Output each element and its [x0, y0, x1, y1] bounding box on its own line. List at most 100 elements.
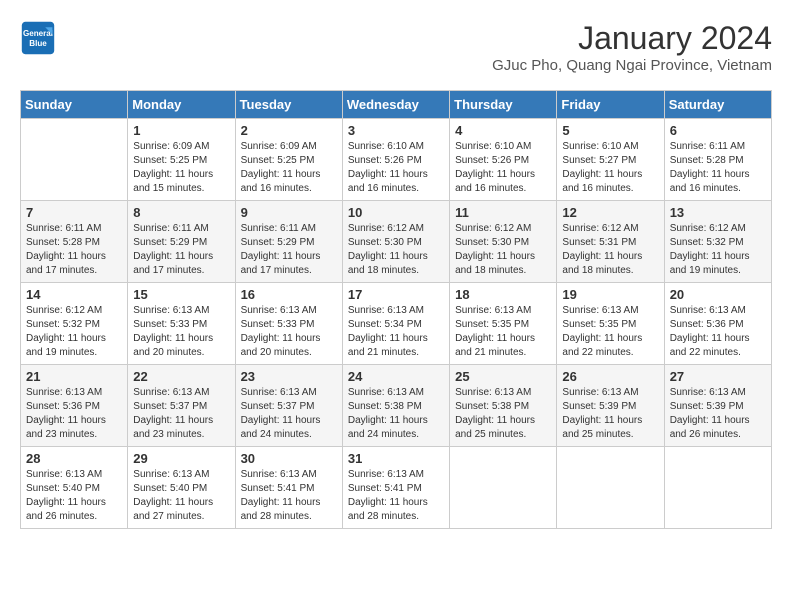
day-info: Sunrise: 6:13 AMSunset: 5:40 PMDaylight:…	[26, 469, 106, 522]
day-info: Sunrise: 6:13 AMSunset: 5:40 PMDaylight:…	[133, 469, 213, 522]
calendar-cell: 25 Sunrise: 6:13 AMSunset: 5:38 PMDaylig…	[450, 365, 557, 447]
logo-icon: General Blue	[20, 20, 56, 56]
day-number: 11	[455, 205, 551, 220]
day-number: 26	[562, 369, 658, 384]
calendar-cell: 13 Sunrise: 6:12 AMSunset: 5:32 PMDaylig…	[664, 201, 771, 283]
day-number: 3	[348, 123, 444, 138]
calendar-cell: 21 Sunrise: 6:13 AMSunset: 5:36 PMDaylig…	[21, 365, 128, 447]
col-header-saturday: Saturday	[664, 91, 771, 119]
day-number: 8	[133, 205, 229, 220]
calendar-cell: 26 Sunrise: 6:13 AMSunset: 5:39 PMDaylig…	[557, 365, 664, 447]
calendar-table: SundayMondayTuesdayWednesdayThursdayFrid…	[20, 90, 772, 529]
day-number: 31	[348, 451, 444, 466]
day-number: 29	[133, 451, 229, 466]
location-title: GJuc Pho, Quang Ngai Province, Vietnam	[492, 57, 772, 74]
day-number: 2	[241, 123, 337, 138]
day-info: Sunrise: 6:10 AMSunset: 5:26 PMDaylight:…	[348, 141, 428, 194]
day-info: Sunrise: 6:12 AMSunset: 5:30 PMDaylight:…	[348, 223, 428, 276]
day-number: 16	[241, 287, 337, 302]
logo: General Blue	[20, 20, 56, 56]
col-header-thursday: Thursday	[450, 91, 557, 119]
calendar-cell	[557, 447, 664, 529]
day-info: Sunrise: 6:11 AMSunset: 5:28 PMDaylight:…	[670, 141, 750, 194]
calendar-cell: 4 Sunrise: 6:10 AMSunset: 5:26 PMDayligh…	[450, 119, 557, 201]
day-number: 19	[562, 287, 658, 302]
calendar-cell: 12 Sunrise: 6:12 AMSunset: 5:31 PMDaylig…	[557, 201, 664, 283]
day-info: Sunrise: 6:09 AMSunset: 5:25 PMDaylight:…	[133, 141, 213, 194]
day-info: Sunrise: 6:13 AMSunset: 5:33 PMDaylight:…	[241, 305, 321, 358]
calendar-cell: 7 Sunrise: 6:11 AMSunset: 5:28 PMDayligh…	[21, 201, 128, 283]
calendar-cell	[21, 119, 128, 201]
day-number: 25	[455, 369, 551, 384]
day-info: Sunrise: 6:13 AMSunset: 5:36 PMDaylight:…	[26, 387, 106, 440]
day-info: Sunrise: 6:12 AMSunset: 5:30 PMDaylight:…	[455, 223, 535, 276]
day-info: Sunrise: 6:13 AMSunset: 5:37 PMDaylight:…	[133, 387, 213, 440]
day-info: Sunrise: 6:13 AMSunset: 5:41 PMDaylight:…	[241, 469, 321, 522]
day-number: 30	[241, 451, 337, 466]
day-number: 13	[670, 205, 766, 220]
day-number: 20	[670, 287, 766, 302]
calendar-cell	[664, 447, 771, 529]
calendar-cell: 6 Sunrise: 6:11 AMSunset: 5:28 PMDayligh…	[664, 119, 771, 201]
calendar-cell: 8 Sunrise: 6:11 AMSunset: 5:29 PMDayligh…	[128, 201, 235, 283]
day-number: 22	[133, 369, 229, 384]
calendar-cell: 3 Sunrise: 6:10 AMSunset: 5:26 PMDayligh…	[342, 119, 449, 201]
calendar-cell: 19 Sunrise: 6:13 AMSunset: 5:35 PMDaylig…	[557, 283, 664, 365]
svg-text:General: General	[23, 29, 53, 38]
day-info: Sunrise: 6:13 AMSunset: 5:35 PMDaylight:…	[562, 305, 642, 358]
calendar-cell: 11 Sunrise: 6:12 AMSunset: 5:30 PMDaylig…	[450, 201, 557, 283]
day-number: 4	[455, 123, 551, 138]
day-info: Sunrise: 6:11 AMSunset: 5:28 PMDaylight:…	[26, 223, 106, 276]
calendar-cell: 24 Sunrise: 6:13 AMSunset: 5:38 PMDaylig…	[342, 365, 449, 447]
calendar-cell: 15 Sunrise: 6:13 AMSunset: 5:33 PMDaylig…	[128, 283, 235, 365]
calendar-cell: 14 Sunrise: 6:12 AMSunset: 5:32 PMDaylig…	[21, 283, 128, 365]
day-info: Sunrise: 6:13 AMSunset: 5:34 PMDaylight:…	[348, 305, 428, 358]
col-header-wednesday: Wednesday	[342, 91, 449, 119]
calendar-cell: 22 Sunrise: 6:13 AMSunset: 5:37 PMDaylig…	[128, 365, 235, 447]
day-number: 6	[670, 123, 766, 138]
day-info: Sunrise: 6:13 AMSunset: 5:39 PMDaylight:…	[670, 387, 750, 440]
col-header-friday: Friday	[557, 91, 664, 119]
calendar-cell: 18 Sunrise: 6:13 AMSunset: 5:35 PMDaylig…	[450, 283, 557, 365]
svg-text:Blue: Blue	[29, 39, 47, 48]
calendar-cell: 5 Sunrise: 6:10 AMSunset: 5:27 PMDayligh…	[557, 119, 664, 201]
calendar-cell: 31 Sunrise: 6:13 AMSunset: 5:41 PMDaylig…	[342, 447, 449, 529]
day-number: 10	[348, 205, 444, 220]
day-info: Sunrise: 6:13 AMSunset: 5:35 PMDaylight:…	[455, 305, 535, 358]
calendar-cell: 28 Sunrise: 6:13 AMSunset: 5:40 PMDaylig…	[21, 447, 128, 529]
day-info: Sunrise: 6:13 AMSunset: 5:33 PMDaylight:…	[133, 305, 213, 358]
calendar-cell: 2 Sunrise: 6:09 AMSunset: 5:25 PMDayligh…	[235, 119, 342, 201]
day-info: Sunrise: 6:13 AMSunset: 5:41 PMDaylight:…	[348, 469, 428, 522]
calendar-cell: 30 Sunrise: 6:13 AMSunset: 5:41 PMDaylig…	[235, 447, 342, 529]
calendar-cell: 9 Sunrise: 6:11 AMSunset: 5:29 PMDayligh…	[235, 201, 342, 283]
day-number: 17	[348, 287, 444, 302]
col-header-tuesday: Tuesday	[235, 91, 342, 119]
day-number: 1	[133, 123, 229, 138]
title-block: January 2024 GJuc Pho, Quang Ngai Provin…	[492, 20, 772, 74]
day-number: 27	[670, 369, 766, 384]
day-info: Sunrise: 6:11 AMSunset: 5:29 PMDaylight:…	[241, 223, 321, 276]
day-info: Sunrise: 6:11 AMSunset: 5:29 PMDaylight:…	[133, 223, 213, 276]
day-number: 23	[241, 369, 337, 384]
day-info: Sunrise: 6:12 AMSunset: 5:32 PMDaylight:…	[26, 305, 106, 358]
day-number: 14	[26, 287, 122, 302]
day-number: 12	[562, 205, 658, 220]
day-info: Sunrise: 6:13 AMSunset: 5:39 PMDaylight:…	[562, 387, 642, 440]
day-info: Sunrise: 6:12 AMSunset: 5:32 PMDaylight:…	[670, 223, 750, 276]
day-info: Sunrise: 6:13 AMSunset: 5:38 PMDaylight:…	[455, 387, 535, 440]
calendar-cell: 27 Sunrise: 6:13 AMSunset: 5:39 PMDaylig…	[664, 365, 771, 447]
day-number: 15	[133, 287, 229, 302]
calendar-cell: 17 Sunrise: 6:13 AMSunset: 5:34 PMDaylig…	[342, 283, 449, 365]
day-info: Sunrise: 6:13 AMSunset: 5:37 PMDaylight:…	[241, 387, 321, 440]
day-info: Sunrise: 6:13 AMSunset: 5:36 PMDaylight:…	[670, 305, 750, 358]
col-header-sunday: Sunday	[21, 91, 128, 119]
day-info: Sunrise: 6:09 AMSunset: 5:25 PMDaylight:…	[241, 141, 321, 194]
day-number: 24	[348, 369, 444, 384]
day-number: 21	[26, 369, 122, 384]
calendar-cell: 1 Sunrise: 6:09 AMSunset: 5:25 PMDayligh…	[128, 119, 235, 201]
calendar-cell: 23 Sunrise: 6:13 AMSunset: 5:37 PMDaylig…	[235, 365, 342, 447]
day-number: 5	[562, 123, 658, 138]
day-number: 28	[26, 451, 122, 466]
calendar-cell	[450, 447, 557, 529]
col-header-monday: Monday	[128, 91, 235, 119]
